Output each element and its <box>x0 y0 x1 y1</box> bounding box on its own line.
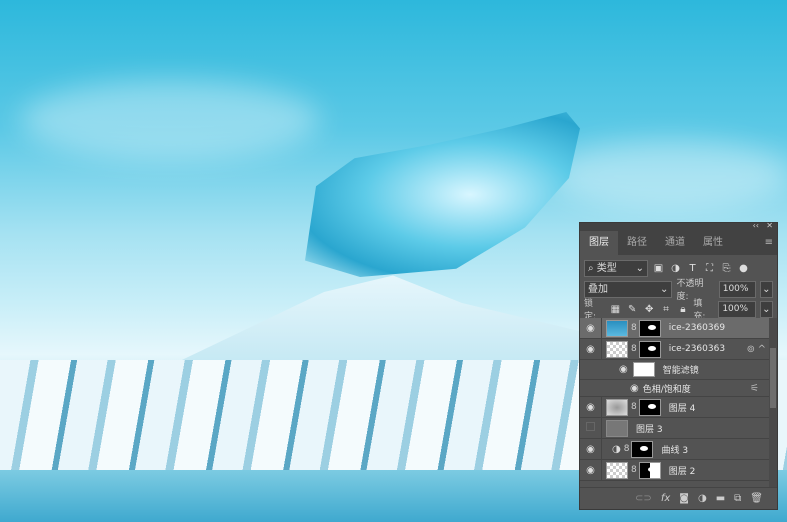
link-icon[interactable]: ⊂⊃ <box>635 493 652 504</box>
lock-position-icon[interactable]: ✥ <box>643 304 656 315</box>
layer-thumbnail <box>606 319 628 337</box>
eye-icon[interactable]: ◉ <box>580 397 602 417</box>
layer-name: 智能滤镜 <box>662 366 699 376</box>
eye-icon[interactable]: ◉ <box>580 439 602 459</box>
layer-name: ice-2360363 <box>668 344 726 354</box>
filter-kind-select[interactable]: ⌕ 类型 ⌄ <box>584 259 648 277</box>
layer-row[interactable]: ◉ 8 ice-2360363 ⊚ ^ <box>580 339 769 360</box>
link-icon: 8 <box>631 402 637 412</box>
lock-artboard-icon[interactable]: ⌗ <box>660 304 673 315</box>
image-filter-icon[interactable]: ▣ <box>652 263 665 274</box>
eye-icon[interactable]: ◉ <box>580 339 602 359</box>
layer-row[interactable]: ◉ 8 图层 4 <box>580 397 769 418</box>
close-icon[interactable]: ✕ <box>766 221 773 230</box>
layer-thumbnail <box>606 340 628 358</box>
layer-mask-thumbnail <box>638 340 661 358</box>
fill-input[interactable]: 100% <box>718 300 757 318</box>
blend-mode-value: 叠加 <box>588 283 608 295</box>
folder-icon[interactable]: ▬ <box>716 493 725 504</box>
layer-row[interactable]: ◉ 8 ice-2360369 <box>580 318 769 339</box>
layers-list: ◉ 8 ice-2360369 ◉ 8 ice-2360363 ⊚ ^ ◉ 智能滤镜 ◉ 色相/… <box>580 318 769 489</box>
layer-thumbnail <box>606 461 628 479</box>
eye-icon[interactable]: ◉ <box>580 460 602 480</box>
opacity-dropdown[interactable]: ⌄ <box>760 280 773 298</box>
fill-dropdown[interactable]: ⌄ <box>760 300 774 318</box>
layer-name: 色相/饱和度 <box>642 384 691 395</box>
layer-row[interactable]: ◉ 8 图层 2 <box>580 460 769 481</box>
link-icon: 8 <box>623 444 630 454</box>
scrollbar-thumb[interactable] <box>770 348 776 408</box>
shape-filter-icon[interactable]: ⛶ <box>703 263 716 274</box>
eye-icon[interactable]: ◉ <box>619 364 628 375</box>
tab-paths[interactable]: 路径 <box>618 231 656 255</box>
layer-mask-thumbnail <box>638 461 661 479</box>
cloud <box>550 140 787 210</box>
layer-name: 图层 4 <box>668 403 696 414</box>
fx-icon[interactable]: fx <box>661 493 670 504</box>
layer-mask-thumbnail <box>638 398 661 416</box>
type-filter-icon[interactable]: T <box>686 263 699 274</box>
link-icon: 8 <box>631 344 637 354</box>
eye-icon[interactable]: ◉ <box>630 383 639 394</box>
panel-footer: ⊂⊃ fx ◙ ◑ ▬ ⧉ 🗑︎ <box>580 487 777 509</box>
panel-menu-icon[interactable]: ≡ <box>765 237 773 248</box>
layer-name: 图层 3 <box>636 424 663 435</box>
mask-icon[interactable]: ◙ <box>679 493 689 504</box>
layer-row[interactable]: 图层 3 <box>580 418 769 439</box>
eye-icon[interactable]: ◉ <box>580 318 602 338</box>
cloud <box>20 80 320 160</box>
layer-name: 图层 2 <box>668 466 696 477</box>
adjustment-filter-icon[interactable]: ◑ <box>669 263 682 274</box>
lock-transparent-icon[interactable]: ▦ <box>609 304 622 315</box>
layer-name: 曲线 3 <box>661 445 689 456</box>
layer-thumbnail <box>606 398 628 416</box>
trash-icon[interactable]: 🗑︎ <box>750 493 763 504</box>
expand-icon[interactable]: ^ <box>758 344 766 355</box>
filter-options-icon[interactable]: ⚟ <box>750 383 759 394</box>
tab-layers[interactable]: 图层 <box>580 231 618 255</box>
layer-name: ice-2360369 <box>668 323 726 333</box>
curves-adjustment-icon: ◑ <box>612 443 621 455</box>
visibility-toggle[interactable] <box>580 418 602 438</box>
ice-fish <box>305 112 580 277</box>
adjustment-icon[interactable]: ◑ <box>698 493 707 504</box>
lock-all-icon[interactable]: 🔒︎ <box>677 304 690 315</box>
tab-properties[interactable]: 属性 <box>694 231 732 255</box>
blend-mode-select[interactable]: 叠加 ⌄ <box>584 280 673 298</box>
link-icon: 8 <box>631 465 637 475</box>
filter-kind-value: 类型 <box>596 262 617 274</box>
opacity-input[interactable]: 100% <box>718 280 757 298</box>
lock-pixels-icon[interactable]: ✎ <box>626 304 639 315</box>
new-layer-icon[interactable]: ⧉ <box>734 493 741 504</box>
layers-scrollbar[interactable] <box>769 318 777 489</box>
link-icon: 8 <box>631 323 637 333</box>
filter-toggle-icon[interactable]: ● <box>737 263 750 274</box>
smart-object-icon: ⊚ <box>746 343 755 355</box>
filter-mask-thumbnail <box>632 362 655 377</box>
layers-panel: ‹‹ ✕ 图层 路径 通道 属性 ≡ ⌕ 类型 ⌄ ▣ ◑ T ⛶ ⎘ ● 叠加 ⌄ … <box>579 221 778 510</box>
smart-filters-row[interactable]: ◉ 智能滤镜 <box>580 360 769 380</box>
layer-thumbnail <box>606 419 628 437</box>
smart-object-filter-icon[interactable]: ⎘ <box>720 263 733 274</box>
tab-channels[interactable]: 通道 <box>656 231 694 255</box>
layer-mask-thumbnail <box>631 440 654 458</box>
filter-row[interactable]: ◉ 色相/饱和度 ⚟ <box>580 380 769 397</box>
layer-mask-thumbnail <box>638 319 661 337</box>
collapse-icon[interactable]: ‹‹ <box>753 221 759 230</box>
layer-row[interactable]: ◉ ◑ 8 曲线 3 <box>580 439 769 460</box>
